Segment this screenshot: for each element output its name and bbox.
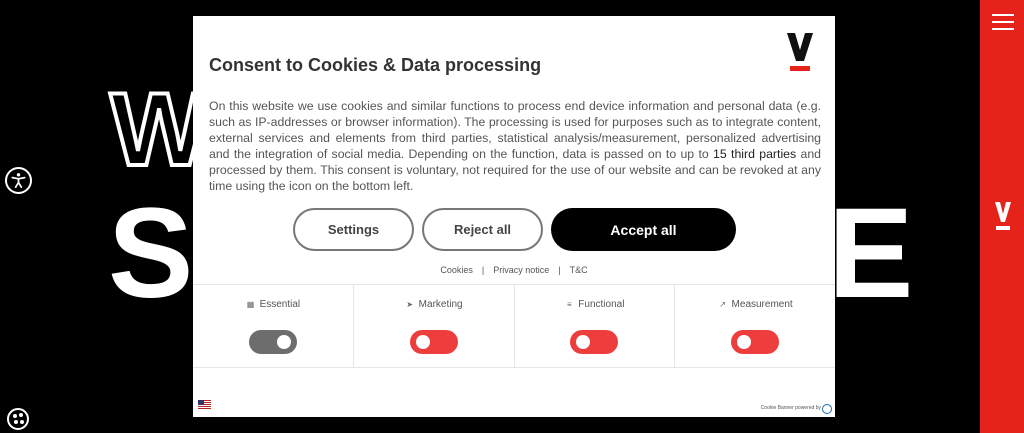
page: W S E Consent to Cookies & Data processi…: [0, 0, 1024, 433]
check-badge-icon: [822, 404, 832, 414]
brand-v-logo: [787, 33, 813, 71]
category-label: Functional: [578, 299, 625, 310]
category-marketing: ➤ Marketing: [354, 285, 515, 367]
category-label: Measurement: [731, 299, 793, 310]
modal-title: Consent to Cookies & Data processing: [209, 55, 542, 75]
hamburger-icon: [992, 14, 1014, 16]
measurement-icon: ↗: [719, 300, 726, 309]
category-essential: ▦ Essential: [193, 285, 354, 367]
tc-link[interactable]: T&C: [570, 265, 588, 275]
functional-icon: ≡: [566, 300, 572, 309]
cookie-settings-button[interactable]: [7, 408, 29, 430]
essential-toggle[interactable]: [248, 330, 297, 354]
us-flag-icon[interactable]: [198, 400, 211, 409]
link-separator: |: [481, 265, 485, 275]
right-rail: [980, 0, 1024, 433]
hero-solid-text-left: S: [108, 182, 194, 325]
category-measurement: ↗ Measurement: [675, 285, 835, 367]
powered-by-text: Cookie Banner powered by: [760, 405, 821, 411]
consent-categories: ▦ Essential ➤ Marketing ≡ Functional ↗ Measu…: [193, 284, 835, 368]
link-separator: |: [558, 265, 561, 275]
consent-description: On this website we use cookies and simil…: [209, 98, 821, 194]
category-label: Marketing: [418, 299, 463, 310]
hero-solid-text-right: E: [828, 182, 914, 325]
accessibility-button[interactable]: [5, 167, 32, 194]
functional-toggle[interactable]: [570, 330, 619, 354]
footer-links: Cookies | Privacy notice | T&C: [193, 265, 835, 275]
menu-button[interactable]: [992, 14, 1014, 32]
accept-all-button[interactable]: Accept all: [551, 208, 736, 251]
category-functional: ≡ Functional: [515, 285, 676, 367]
settings-button[interactable]: Settings: [293, 208, 414, 251]
marketing-icon: ➤: [406, 300, 414, 309]
privacy-notice-link[interactable]: Privacy notice: [493, 265, 549, 275]
accessibility-icon: [11, 173, 26, 189]
cookies-link[interactable]: Cookies: [440, 265, 473, 275]
brand-v-logo[interactable]: [993, 200, 1013, 232]
essential-icon: ▦: [246, 300, 255, 309]
third-parties-link[interactable]: 15 third parties: [713, 147, 796, 161]
measurement-toggle[interactable]: [731, 330, 780, 354]
marketing-toggle[interactable]: [409, 330, 458, 354]
category-label: Essential: [259, 299, 301, 310]
consent-modal: Consent to Cookies & Data processing On …: [193, 16, 835, 417]
reject-all-button[interactable]: Reject all: [422, 208, 543, 251]
